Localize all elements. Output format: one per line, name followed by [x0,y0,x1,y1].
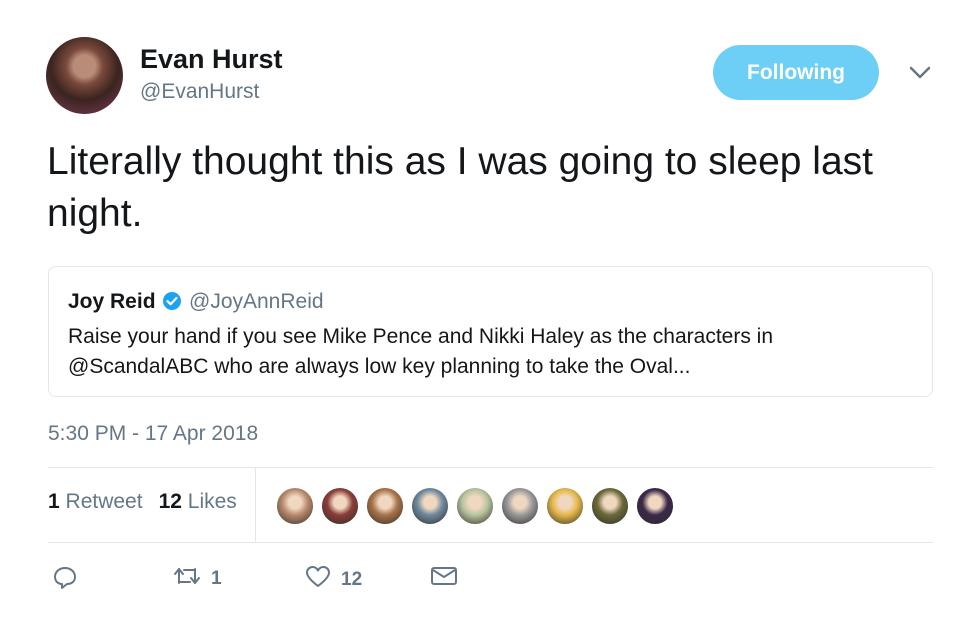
envelope-icon [430,565,458,593]
liker-avatar[interactable] [545,486,585,526]
divider [48,467,933,468]
liker-avatar[interactable] [635,486,675,526]
retweet-stat[interactable]: 1 Retweet [48,490,143,514]
reply-icon [52,565,78,597]
heart-icon [305,565,331,595]
tweet-timestamp[interactable]: 5:30 PM - 17 Apr 2018 [48,422,258,446]
liker-avatar[interactable] [590,486,630,526]
liker-avatar[interactable] [320,486,360,526]
author-name[interactable]: Evan Hurst [140,44,283,75]
liker-avatar[interactable] [455,486,495,526]
like-button[interactable]: 12 [305,565,362,595]
divider [48,542,933,543]
engagement-stats: 1 Retweet 12 Likes [48,490,237,514]
quoted-tweet[interactable]: Joy Reid @JoyAnnReid Raise your hand if … [48,266,933,397]
stats-divider [255,468,256,542]
liker-avatar[interactable] [500,486,540,526]
quoted-author-name: Joy Reid [68,290,156,313]
following-button[interactable]: Following [713,45,879,100]
tweet-text: Literally thought this as I was going to… [47,140,873,235]
retweet-icon [173,565,201,593]
retweet-button[interactable]: 1 [173,565,222,593]
retweet-count: 1 [211,568,222,589]
author-avatar[interactable] [46,37,123,114]
author-handle[interactable]: @EvanHurst [140,80,259,104]
direct-message-button[interactable] [430,565,458,593]
quoted-author-handle: @JoyAnnReid [189,290,324,313]
quoted-tweet-text: Raise your hand if you see Mike Pence an… [68,325,774,378]
reply-button[interactable] [52,565,78,597]
liker-avatar[interactable] [275,486,315,526]
liker-avatars [275,486,680,526]
verified-icon [162,291,182,311]
liker-avatar[interactable] [365,486,405,526]
like-count: 12 [341,569,363,590]
likes-stat[interactable]: 12 Likes [159,490,237,514]
liker-avatar[interactable] [410,486,450,526]
chevron-down-icon[interactable] [905,60,935,86]
